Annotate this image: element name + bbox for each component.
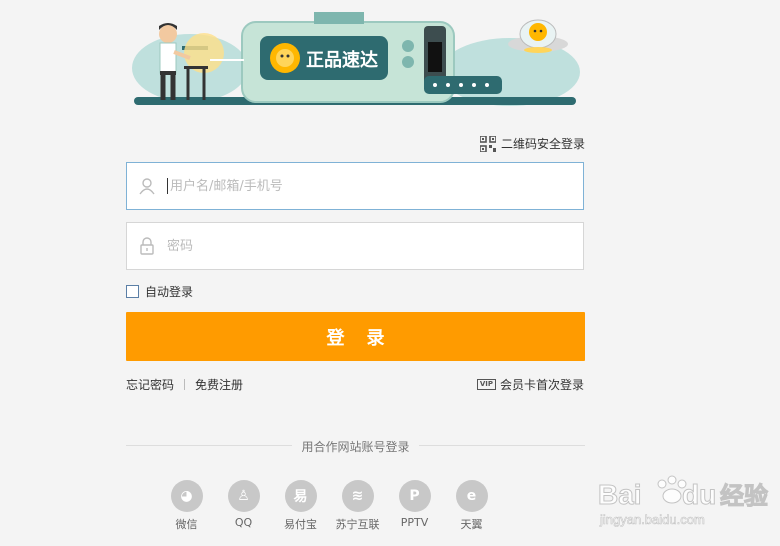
lock-icon <box>127 237 167 255</box>
tianyi-icon: e <box>455 480 488 512</box>
watermark-url: jingyan.baidu.com <box>599 512 705 527</box>
login-button[interactable]: 登录 <box>126 312 585 361</box>
partner-login-title: 用合作网站账号登录 <box>301 440 410 454</box>
watermark-cn: 经验 <box>720 482 768 510</box>
vip-card-icon: VIP <box>476 379 496 390</box>
yifubao-icon: 易 <box>284 480 317 512</box>
partner-suning-wifi[interactable]: ≋ 苏宁互联 <box>329 480 386 532</box>
password-input[interactable] <box>167 223 583 269</box>
qr-code-login-label: 二维码安全登录 <box>501 137 586 151</box>
partner-label: 微信 <box>175 518 198 531</box>
partner-label: 易付宝 <box>284 518 317 531</box>
divider-line-right <box>419 445 585 446</box>
partner-login-divider: 用合作网站账号登录 <box>126 438 585 454</box>
auto-login-checkbox[interactable] <box>126 285 139 298</box>
banner-slogan: 正品速达 <box>306 49 378 71</box>
account-links: 忘记密码 免费注册 <box>126 376 243 393</box>
partner-wechat[interactable]: ◕ 微信 <box>158 480 215 532</box>
username-field[interactable] <box>126 162 584 210</box>
vip-card-login-link[interactable]: VIP 会员卡首次登录 <box>476 376 584 393</box>
suning-wifi-icon: ≋ <box>341 480 374 512</box>
partner-qq[interactable]: ♙ QQ <box>215 480 272 532</box>
link-separator <box>184 379 186 390</box>
watermark-brand: Bai <box>598 479 642 510</box>
partner-pptv[interactable]: P PPTV <box>386 480 443 532</box>
wechat-icon: ◕ <box>170 480 203 512</box>
partner-label: 天翼 <box>460 518 483 531</box>
watermark-brand-2: du <box>682 479 716 510</box>
username-input[interactable] <box>170 163 583 209</box>
user-icon <box>127 177 167 195</box>
partner-label: 苏宁互联 <box>335 518 380 531</box>
forgot-password-link[interactable]: 忘记密码 <box>126 376 174 393</box>
baidu-jingyan-watermark: Bai du 经验 jingyan.baidu.com <box>598 475 769 527</box>
password-field[interactable] <box>126 222 584 270</box>
partner-label: QQ <box>234 516 253 529</box>
partner-login-list: ◕ 微信 ♙ QQ 易 易付宝 ≋ 苏宁互联 P PPTV e 天翼 <box>158 480 500 532</box>
partner-label: PPTV <box>400 516 429 529</box>
qq-icon: ♙ <box>227 480 260 512</box>
banner-illustration: 正品速达 <box>132 12 580 106</box>
text-caret <box>167 178 168 194</box>
auto-login-label: 自动登录 <box>145 285 194 299</box>
vip-card-login-label: 会员卡首次登录 <box>499 378 584 392</box>
auto-login-option[interactable]: 自动登录 <box>126 283 193 300</box>
partner-tianyi[interactable]: e 天翼 <box>443 480 500 532</box>
partner-yifubao[interactable]: 易 易付宝 <box>272 480 329 532</box>
qr-code-login-link[interactable]: 二维码安全登录 <box>480 135 585 152</box>
register-link[interactable]: 免费注册 <box>195 376 243 393</box>
pptv-icon: P <box>398 480 431 512</box>
qr-code-icon <box>480 135 496 152</box>
